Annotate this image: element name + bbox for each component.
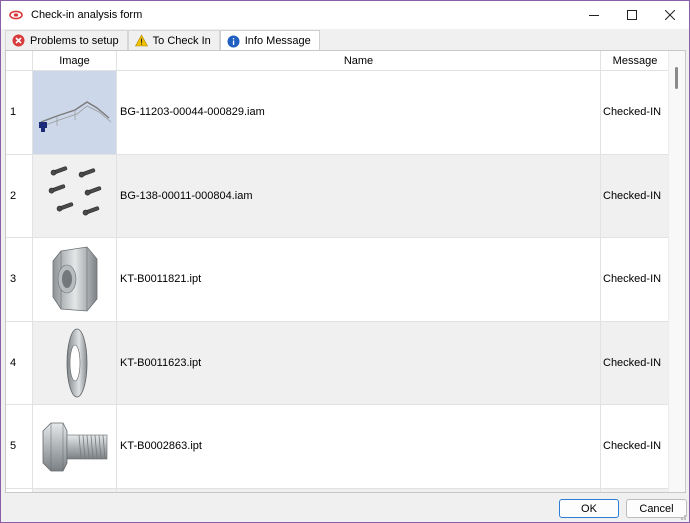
row-name: KT-B0011821.ipt	[117, 238, 601, 322]
row-message: Checked-IN	[601, 238, 670, 322]
window-title: Check-in analysis form	[31, 9, 143, 21]
row-message: Checked-IN	[601, 405, 670, 489]
header-index	[6, 51, 33, 71]
header-image[interactable]: Image	[33, 51, 117, 71]
tab-strip: Problems to setup To Check In Info Messa…	[5, 30, 320, 51]
table-row[interactable]: 3 KT-B0011821.ipt Checked-IN	[6, 238, 670, 322]
row-index: 3	[6, 238, 33, 322]
thumbnail-cell	[33, 71, 117, 155]
resize-grip-icon[interactable]	[677, 511, 687, 521]
close-button[interactable]	[651, 1, 689, 29]
app-icon	[9, 10, 23, 20]
row-index: 2	[6, 154, 33, 238]
tab-label: Problems to setup	[30, 34, 119, 47]
info-icon	[227, 35, 240, 47]
table-row[interactable]: 5 KT-B0002863.ipt Checked-IN	[6, 405, 670, 489]
tab-label: To Check In	[152, 34, 211, 47]
dialog-footer: OK Cancel	[1, 493, 689, 523]
grid-rows: 1 BG-11203-00044-000829.iam Checked-IN 2…	[6, 71, 670, 492]
row-name: BG-11203-00044-000829.iam	[117, 71, 601, 155]
table-row[interactable]: 2 BG-138-00011-000804.iam Checked-IN	[6, 154, 670, 238]
title-bar[interactable]: Check-in analysis form	[1, 1, 689, 29]
row-name: KT-B0011623.ipt	[117, 321, 601, 405]
maximize-button[interactable]	[613, 1, 651, 29]
ok-button[interactable]: OK	[559, 499, 619, 518]
results-grid[interactable]: Image Name Message 1 BG-11203-00044-0008…	[5, 50, 686, 493]
hex-bolt-icon	[42, 422, 107, 472]
washer-icon	[66, 328, 87, 398]
minimize-button[interactable]	[575, 1, 613, 29]
row-index: 5	[6, 405, 33, 489]
table-row[interactable]: 4 KT-B0011623.ipt Checked-IN	[6, 321, 670, 405]
row-name: BG-138-00011-000804.iam	[117, 154, 601, 238]
row-index: 1	[6, 71, 33, 155]
thumbnail-cell	[33, 321, 117, 405]
maximize-icon	[627, 10, 637, 20]
grid-header: Image Name Message	[6, 51, 685, 71]
thumbnail-cell	[33, 405, 117, 489]
tab-problems-to-setup[interactable]: Problems to setup	[5, 30, 128, 50]
tab-label: Info Message	[244, 35, 311, 47]
row-message: Checked-IN	[601, 321, 670, 405]
row-message: Checked-IN	[601, 154, 670, 238]
tab-to-check-in[interactable]: To Check In	[127, 30, 220, 50]
vertical-scrollbar[interactable]	[668, 51, 685, 492]
close-icon	[665, 10, 675, 20]
scrollbar-thumb[interactable]	[675, 67, 678, 89]
check-in-analysis-window: Check-in analysis form Problems to setup	[0, 0, 690, 523]
thumbnail-cell	[33, 238, 117, 322]
header-name[interactable]: Name	[117, 51, 601, 71]
tab-info-message[interactable]: Info Message	[219, 30, 320, 51]
minimize-icon	[589, 15, 599, 16]
header-message[interactable]: Message	[601, 51, 670, 71]
bolt-set-icon	[48, 166, 101, 216]
row-index: 4	[6, 321, 33, 405]
row-message: Checked-IN	[601, 71, 670, 155]
error-icon	[12, 34, 25, 47]
thumbnail-cell	[33, 154, 117, 238]
assembly-rail-icon	[38, 101, 111, 133]
warning-icon	[134, 34, 148, 47]
hex-nut-icon	[52, 246, 97, 312]
row-name: KT-B0002863.ipt	[117, 405, 601, 489]
table-row[interactable]: 1 BG-11203-00044-000829.iam Checked-IN	[6, 71, 670, 155]
